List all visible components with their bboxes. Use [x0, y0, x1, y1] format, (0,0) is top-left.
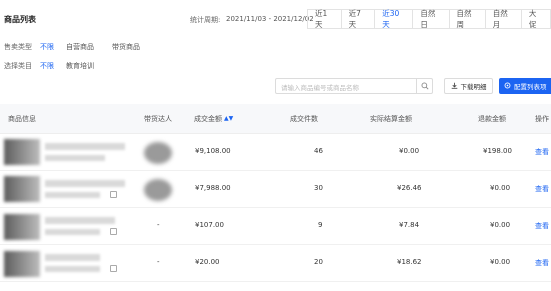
table-row: ¥9,108.00 46 ¥0.00 ¥198.00 查看: [0, 134, 551, 171]
col-amount[interactable]: 成交金额 ▲▼: [194, 114, 233, 124]
search-icon[interactable]: [416, 79, 432, 93]
category-all[interactable]: 不限: [40, 61, 54, 71]
copy-icon[interactable]: [110, 228, 117, 235]
product-name: [45, 143, 125, 150]
category-education[interactable]: 教育培训: [66, 61, 94, 71]
count-cell: 46: [314, 147, 323, 155]
product-thumbnail: [4, 214, 40, 240]
product-id: [45, 229, 100, 235]
stat-period-range: 2021/11/03 - 2021/12/02: [226, 15, 314, 23]
period-tabs: 近1天 近7天 近30天 自然日 自然周 自然月 大促: [307, 9, 551, 29]
talent-cell: -: [157, 258, 160, 266]
refund-cell: ¥198.00: [483, 147, 512, 155]
settings-icon: [504, 82, 511, 91]
talent-avatar: [144, 142, 172, 164]
settlement-cell: ¥0.00: [399, 147, 420, 155]
stat-period-label: 统计周期:: [190, 16, 221, 24]
tab-7days[interactable]: 近7天: [341, 9, 376, 29]
search-input[interactable]: 请输入商品编号或商品名称: [275, 78, 433, 94]
product-thumbnail: [4, 251, 40, 277]
product-name: [45, 217, 115, 224]
count-cell: 30: [314, 184, 323, 192]
table-header: 商品信息 带货达人 成交金额 ▲▼ 成交件数 实际结算金额 退款金额 操作: [0, 104, 551, 134]
col-settlement: 实际结算金额: [370, 115, 412, 123]
product-id: [45, 192, 100, 198]
tab-natural-month[interactable]: 自然月: [485, 9, 522, 29]
view-link[interactable]: 查看: [535, 221, 549, 231]
category-label: 选择类目: [4, 62, 32, 70]
table-row: - ¥20.00 20 ¥18.62 ¥0.00 查看: [0, 245, 551, 282]
table-row: - ¥107.00 9 ¥7.84 ¥0.00 查看: [0, 208, 551, 245]
talent-avatar: [144, 179, 172, 201]
talent-cell: -: [157, 221, 160, 229]
download-label: 下载明细: [460, 83, 487, 91]
refund-cell: ¥0.00: [490, 184, 511, 192]
product-id: [45, 155, 105, 161]
view-link[interactable]: 查看: [535, 258, 549, 268]
col-amount-label: 成交金额: [194, 115, 222, 123]
count-cell: 20: [314, 258, 323, 266]
configure-columns-label: 配置列表项: [514, 83, 547, 91]
col-refund: 退款金额: [478, 115, 506, 123]
product-thumbnail: [4, 176, 40, 202]
product-name: [45, 254, 100, 261]
tab-promotion[interactable]: 大促: [521, 9, 551, 29]
download-icon: [451, 82, 458, 91]
settlement-cell: ¥7.84: [399, 221, 420, 229]
amount-cell: ¥7,988.00: [195, 184, 231, 192]
col-product-info: 商品信息: [8, 115, 36, 123]
view-link[interactable]: 查看: [535, 184, 549, 194]
tab-1day[interactable]: 近1天: [307, 9, 342, 29]
refund-cell: ¥0.00: [490, 258, 511, 266]
amount-cell: ¥9,108.00: [195, 147, 231, 155]
sale-type-self-operated[interactable]: 自营商品: [66, 42, 94, 52]
search-placeholder: 请输入商品编号或商品名称: [281, 84, 359, 92]
sort-icon[interactable]: ▲▼: [224, 115, 233, 122]
product-thumbnail: [4, 139, 40, 165]
settlement-cell: ¥18.62: [397, 258, 422, 266]
amount-cell: ¥20.00: [195, 258, 220, 266]
view-link[interactable]: 查看: [535, 147, 549, 157]
configure-columns-button[interactable]: 配置列表项: [499, 78, 551, 94]
table-row: ¥7,988.00 30 ¥26.46 ¥0.00 查看: [0, 171, 551, 208]
col-talent: 带货达人: [144, 115, 172, 123]
col-count: 成交件数: [290, 115, 318, 123]
page-title: 商品列表: [4, 15, 36, 24]
copy-icon[interactable]: [110, 265, 117, 272]
sale-type-label: 售卖类型: [4, 43, 32, 51]
sale-type-all[interactable]: 不限: [40, 42, 54, 52]
count-cell: 9: [318, 221, 323, 229]
col-action: 操作: [535, 115, 549, 123]
refund-cell: ¥0.00: [490, 221, 511, 229]
product-id: [45, 266, 100, 272]
sale-type-affiliate[interactable]: 带货商品: [112, 42, 140, 52]
tab-30days[interactable]: 近30天: [375, 9, 414, 29]
settlement-cell: ¥26.46: [397, 184, 422, 192]
tab-natural-week[interactable]: 自然周: [449, 9, 486, 29]
amount-cell: ¥107.00: [195, 221, 224, 229]
tab-natural-day[interactable]: 自然日: [413, 9, 450, 29]
download-button[interactable]: 下载明细: [444, 78, 493, 94]
product-name: [45, 180, 125, 187]
copy-icon[interactable]: [110, 191, 117, 198]
